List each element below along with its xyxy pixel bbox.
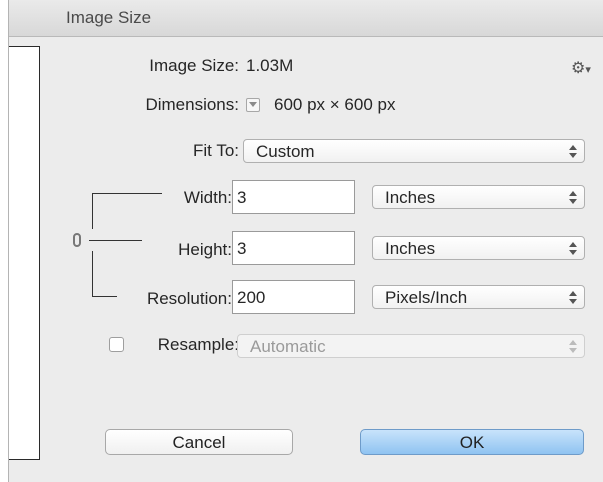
height-unit-value: Inches [385, 239, 436, 258]
resample-method-select[interactable]: Automatic [237, 334, 585, 358]
select-arrows-icon [569, 189, 577, 205]
ok-button[interactable]: OK [360, 429, 584, 455]
height-label: Height: [178, 240, 232, 259]
image-size-dialog: Image Size Image Size: 1.03M ⚙▾ Dimensio… [8, 0, 603, 482]
select-arrows-icon [569, 143, 577, 159]
fit-to-value: Custom [256, 142, 315, 161]
constrain-bracket-lower [92, 251, 93, 296]
select-arrows-icon [569, 289, 577, 305]
height-unit-select[interactable]: Inches [372, 236, 585, 260]
resolution-input[interactable]: 200 [232, 280, 355, 314]
constrain-bracket-bottom [92, 296, 117, 297]
constrain-bracket-middle [89, 240, 142, 241]
dimensions-value: 600 px × 600 px [274, 95, 396, 114]
width-input[interactable]: 3 [232, 180, 355, 214]
resample-label: Resample: [157, 335, 239, 354]
resolution-unit-select[interactable]: Pixels/Inch [372, 285, 585, 309]
image-size-value: 1.03M [246, 56, 294, 75]
gear-icon[interactable]: ⚙▾ [571, 58, 591, 78]
title-bar[interactable]: Image Size [9, 0, 603, 37]
fit-to-select[interactable]: Custom [243, 139, 585, 163]
link-icon[interactable] [73, 233, 81, 247]
resample-checkbox[interactable] [109, 337, 124, 352]
constrain-bracket-upper [92, 193, 93, 229]
dimensions-label: Dimensions: [145, 95, 239, 114]
fit-to-label: Fit To: [193, 141, 239, 160]
height-input[interactable]: 3 [232, 231, 355, 265]
image-size-label: Image Size: [149, 56, 239, 75]
dimensions-disclosure-icon[interactable] [246, 98, 260, 112]
image-preview[interactable] [9, 46, 40, 460]
resolution-label: Resolution: [146, 289, 232, 308]
select-arrows-icon [569, 338, 577, 354]
width-unit-value: Inches [385, 188, 436, 207]
width-unit-select[interactable]: Inches [372, 185, 585, 209]
window-title: Image Size [66, 8, 152, 27]
resample-method-value: Automatic [250, 337, 326, 356]
select-arrows-icon [569, 240, 577, 256]
constrain-bracket-top [92, 193, 162, 194]
cancel-button[interactable]: Cancel [105, 429, 293, 455]
width-label: Width: [183, 188, 232, 207]
resolution-unit-value: Pixels/Inch [385, 288, 468, 307]
